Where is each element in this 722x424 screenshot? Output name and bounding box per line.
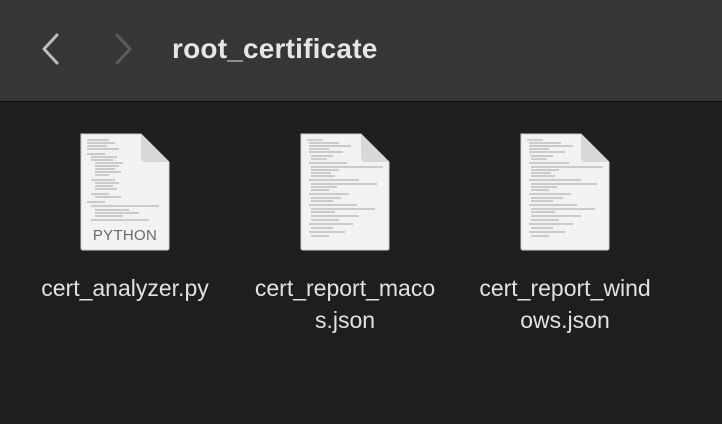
json-file-icon bbox=[519, 132, 611, 252]
file-item-cert-report-windows[interactable]: cert_report_wind ows.json bbox=[455, 132, 675, 336]
file-name: cert_report_wind ows.json bbox=[479, 275, 651, 333]
python-file-icon: PYTHON bbox=[79, 132, 171, 252]
file-item-cert-analyzer[interactable]: PYTHON cert_analyzer.py bbox=[15, 132, 235, 304]
chevron-right-icon bbox=[115, 33, 132, 65]
back-button[interactable] bbox=[31, 29, 71, 69]
forward-button[interactable] bbox=[103, 29, 143, 69]
file-name: cert_report_maco s.json bbox=[254, 275, 436, 333]
file-name: cert_analyzer.py bbox=[41, 275, 209, 301]
file-grid: PYTHON cert_analyzer.py cert_report_maco… bbox=[0, 102, 722, 424]
chevron-left-icon bbox=[42, 33, 59, 65]
file-type-label: PYTHON bbox=[92, 227, 158, 244]
json-file-icon bbox=[299, 132, 391, 252]
finder-window: root_certificate PYTHON cert_analyzer.py… bbox=[0, 0, 722, 424]
window-title: root_certificate bbox=[172, 33, 378, 64]
toolbar: root_certificate bbox=[0, 0, 722, 102]
file-item-cert-report-macos[interactable]: cert_report_maco s.json bbox=[235, 132, 455, 336]
